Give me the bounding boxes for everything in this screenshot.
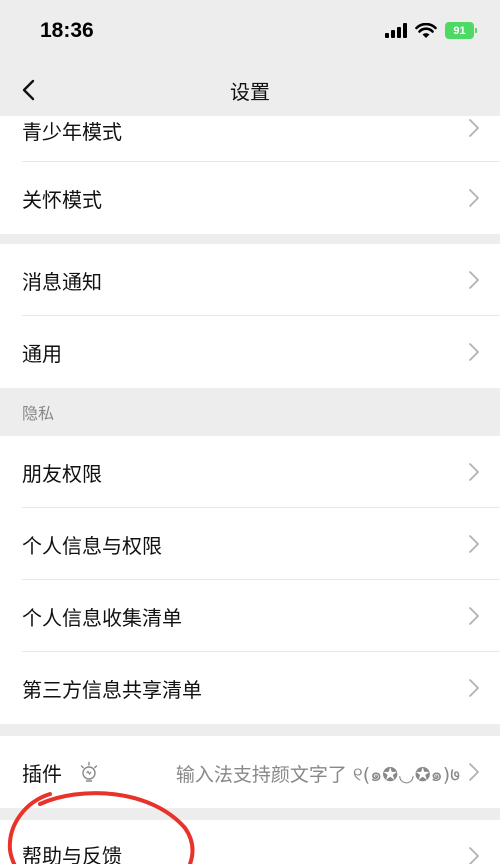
battery-level: 91: [453, 24, 466, 37]
chevron-right-icon: [469, 343, 479, 361]
plugin-status-text: 输入法支持颜文字了 ୧(๑✪◡✪๑)७: [175, 764, 460, 786]
list-item-label: 通用: [22, 341, 62, 366]
settings-group-modes: 青少年模式 关怀模式: [0, 116, 500, 234]
chevron-right-icon: [469, 763, 479, 781]
list-item-plugins[interactable]: 插件 输入法支持颜文字了 ୧(๑✪◡✪๑)७: [0, 736, 500, 808]
chevron-right-icon: [469, 119, 479, 137]
list-item-label: 青少年模式: [22, 120, 122, 144]
list-item-personal-info-collection[interactable]: 个人信息收集清单: [0, 580, 500, 652]
settings-group-general: 消息通知 通用: [0, 244, 500, 388]
list-item-general[interactable]: 通用: [0, 316, 500, 388]
list-item-label: 插件: [22, 761, 62, 786]
chevron-right-icon: [469, 535, 479, 553]
chevron-right-icon: [469, 463, 479, 481]
section-gap: [0, 808, 500, 820]
settings-group-privacy: 朋友权限 个人信息与权限 个人信息收集清单 第三方信息共享清单: [0, 436, 500, 724]
settings-group-plugins: 插件 输入法支持颜文字了 ୧(๑✪◡✪๑)७: [0, 736, 500, 808]
status-icons: 91: [385, 22, 477, 39]
navigation-bar: 设置: [0, 64, 500, 116]
list-item-label: 个人信息与权限: [22, 533, 162, 558]
list-item-help-feedback[interactable]: 帮助与反馈: [0, 820, 500, 864]
list-item-care-mode[interactable]: 关怀模式: [0, 162, 500, 234]
cellular-signal-icon: [385, 23, 407, 38]
section-header-privacy: 隐私: [0, 388, 500, 436]
settings-list: 青少年模式 关怀模式 消息通知 通用 隐私 朋友权限 个人信息与权限 个人信息收…: [0, 116, 500, 864]
list-item-label: 个人信息收集清单: [22, 605, 182, 630]
settings-group-help: 帮助与反馈: [0, 820, 500, 864]
wifi-icon: [415, 22, 437, 38]
battery-icon: 91: [445, 22, 477, 39]
status-bar: 18:36 91: [0, 0, 500, 64]
list-item-label: 关怀模式: [22, 187, 102, 212]
chevron-right-icon: [469, 271, 479, 289]
list-item-label: 消息通知: [22, 269, 102, 294]
lightbulb-icon: [80, 761, 98, 782]
list-item-friend-permissions[interactable]: 朋友权限: [0, 436, 500, 508]
chevron-right-icon: [469, 847, 479, 864]
chevron-right-icon: [469, 189, 479, 207]
list-item-teen-mode[interactable]: 青少年模式: [0, 116, 500, 162]
page-title: 设置: [230, 80, 270, 104]
list-item-label: 帮助与反馈: [22, 844, 122, 864]
status-time: 18:36: [40, 19, 94, 42]
chevron-right-icon: [469, 679, 479, 697]
list-item-personal-info-permissions[interactable]: 个人信息与权限: [0, 508, 500, 580]
list-item-label: 朋友权限: [22, 461, 102, 486]
list-item-third-party-sharing[interactable]: 第三方信息共享清单: [0, 652, 500, 724]
section-gap: [0, 234, 500, 244]
section-gap: [0, 724, 500, 736]
chevron-right-icon: [469, 607, 479, 625]
list-item-label: 第三方信息共享清单: [22, 677, 202, 702]
list-item-notifications[interactable]: 消息通知: [0, 244, 500, 316]
